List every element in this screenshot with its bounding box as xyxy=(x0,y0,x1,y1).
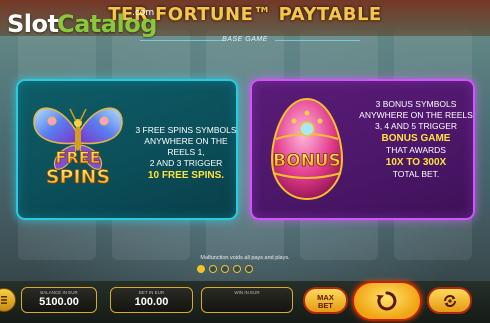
spins-symbol-label: SPINS xyxy=(46,166,110,188)
page-dot[interactable] xyxy=(233,265,241,273)
malfunction-notice: Malfunction voids all pays and plays. xyxy=(200,255,290,261)
bonus-line: 3 BONUS SYMBOLS xyxy=(375,99,457,109)
bonus-multiplier-highlight: 10X TO 300X xyxy=(385,157,447,168)
watermark-suffix: .com xyxy=(132,8,155,18)
bonus-line: TOTAL BET. xyxy=(392,169,440,179)
free-spins-description: 3 FREE SPINS SYMBOLS ANYWHERE ON THE REE… xyxy=(130,125,242,182)
watermark-slot: Slot xyxy=(7,10,59,38)
section-rule-right xyxy=(275,40,360,41)
page-dot[interactable] xyxy=(221,265,229,273)
bonus-symbol-label: BONUS xyxy=(273,151,341,171)
bonus-description: 3 BONUS SYMBOLS ANYWHERE ON THE REELS 3,… xyxy=(356,99,476,180)
bet-value: 100.00 xyxy=(134,296,169,308)
free-spins-panel: FREE SPINS 3 FREE SPINS SYMBOLS ANYWHERE… xyxy=(16,79,238,220)
balance-value: 5100.00 xyxy=(39,296,79,308)
free-spins-award: 10 FREE SPINS. xyxy=(147,170,225,181)
page-dot[interactable] xyxy=(245,265,253,273)
max-bet-button[interactable]: MAX BET xyxy=(303,287,348,314)
bonus-panel: BONUS 3 BONUS SYMBOLS ANYWHERE ON THE RE… xyxy=(250,79,475,220)
max-bet-label-line2: BET xyxy=(318,301,333,310)
win-display: WIN IN EUR xyxy=(201,287,293,313)
balance-display: BALANCE IN EUR 5100.00 xyxy=(21,287,97,313)
spin-arrow-icon xyxy=(376,291,397,311)
paytable-pagination xyxy=(197,265,297,275)
bonus-line: ANYWHERE ON THE REELS xyxy=(359,110,473,120)
butterfly-icon: FREE SPINS xyxy=(33,107,123,188)
free-symbol-label: FREE xyxy=(55,148,100,167)
win-label: WIN IN EUR xyxy=(234,290,260,295)
spin-button[interactable] xyxy=(352,281,422,321)
free-spins-line: 2 AND 3 TRIGGER xyxy=(149,158,223,168)
bonus-game-highlight: BONUS GAME xyxy=(381,133,451,144)
bonus-egg-icon: BONUS xyxy=(270,97,344,201)
bet-label: BET IN EUR xyxy=(138,290,165,295)
menu-icon xyxy=(1,296,7,304)
section-title: BASE GAME xyxy=(222,36,268,43)
bonus-line: THAT AWARDS xyxy=(386,145,446,155)
free-spins-line: 3 FREE SPINS SYMBOLS xyxy=(135,125,237,135)
autoplay-button[interactable] xyxy=(427,287,472,314)
free-spins-line: ANYWHERE ON THE REELS 1, xyxy=(144,136,228,157)
page-dot[interactable] xyxy=(209,265,217,273)
bet-display: BET IN EUR 100.00 xyxy=(110,287,193,313)
autoplay-icon xyxy=(443,294,456,307)
balance-label: BALANCE IN EUR xyxy=(40,290,78,295)
page-dot[interactable] xyxy=(197,265,205,273)
bonus-line: 3, 4 AND 5 TRIGGER xyxy=(374,121,458,131)
